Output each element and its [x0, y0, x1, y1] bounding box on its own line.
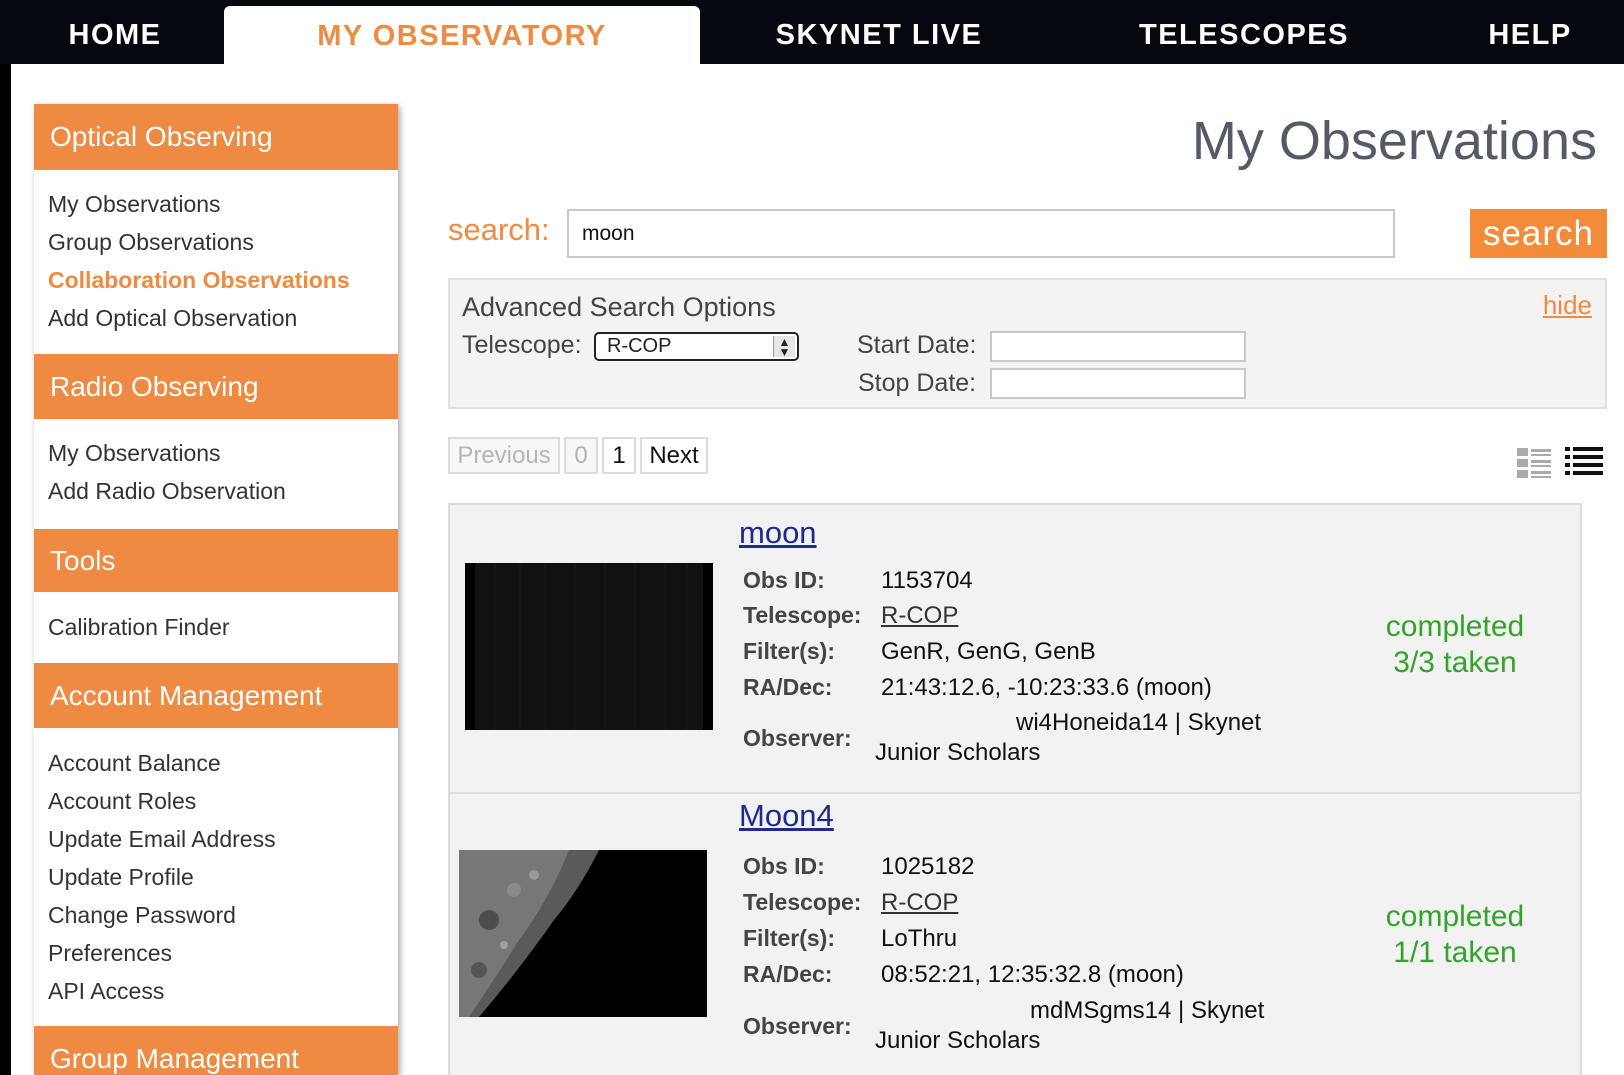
telescope-link[interactable]: R-COP [881, 602, 958, 630]
result-item: Moon4 Obs ID: 1025182 Telescope: R-COP F… [450, 792, 1580, 1075]
filters-label: Filter(s): [743, 925, 835, 951]
sidebar-item-my-observations[interactable]: My Observations [48, 191, 221, 218]
nav-tab-my-observatory[interactable]: MY OBSERVATORY [224, 6, 700, 64]
search-label: search: [448, 212, 550, 247]
sidebar-section-account-management: Account Management [34, 663, 398, 728]
telescope-label: Telescope: [462, 331, 582, 359]
sidebar-item-add-radio-observation[interactable]: Add Radio Observation [48, 478, 286, 505]
observer-value-line2: Junior Scholars [875, 1027, 1041, 1054]
sidebar-section-radio-observing: Radio Observing [34, 354, 398, 419]
nav-tab-skynet-live[interactable]: SKYNET LIVE [745, 0, 1013, 64]
radec-value: 08:52:21, 12:35:32.8 (moon) [881, 961, 1184, 988]
taken-count: 1/1 taken [1393, 936, 1517, 969]
obs-id-label: Obs ID: [743, 853, 825, 879]
sidebar-item-add-optical-observation[interactable]: Add Optical Observation [48, 305, 297, 332]
status-text: completed [1385, 900, 1525, 933]
filters-value: GenR, GenG, GenB [881, 638, 1096, 665]
observation-thumbnail[interactable] [465, 563, 713, 730]
nav-tab-home[interactable]: HOME [20, 0, 210, 64]
telescope-link[interactable]: R-COP [881, 889, 958, 917]
result-item: moon Obs ID: 1153704 Telescope: R-COP Fi… [450, 505, 1580, 792]
status-text: completed [1385, 610, 1525, 643]
filters-value: LoThru [881, 925, 958, 952]
radec-label: RA/Dec: [743, 961, 833, 987]
observation-name-link[interactable]: moon [739, 515, 817, 551]
sidebar-section-group-management: Group Management [34, 1026, 398, 1075]
sidebar-item-group-observations[interactable]: Group Observations [48, 229, 254, 256]
pager-next-button[interactable]: Next [640, 437, 708, 474]
nav-tab-help[interactable]: HELP [1455, 0, 1605, 64]
stop-date-label: Stop Date: [858, 369, 977, 397]
sidebar-item-account-roles[interactable]: Account Roles [48, 788, 196, 815]
radec-label: RA/Dec: [743, 674, 833, 700]
results-list: moon Obs ID: 1153704 Telescope: R-COP Fi… [448, 503, 1582, 1075]
telescope-select[interactable]: R-COP ▲ ▼ [594, 332, 799, 361]
telescope-field-label: Telescope: [743, 602, 862, 628]
filters-label: Filter(s): [743, 638, 835, 664]
advanced-search-panel: Advanced Search Options hide Telescope: … [448, 278, 1607, 409]
grid-view-icon[interactable] [1516, 446, 1552, 479]
sidebar: Optical Observing My Observations Group … [34, 104, 398, 1075]
search-input[interactable] [567, 209, 1395, 258]
sidebar-item-api-access[interactable]: API Access [48, 978, 164, 1005]
sidebar-item-preferences[interactable]: Preferences [48, 940, 172, 967]
sidebar-item-change-password[interactable]: Change Password [48, 902, 236, 929]
hide-advanced-link[interactable]: hide [1543, 290, 1592, 321]
advanced-search-title: Advanced Search Options [462, 292, 776, 322]
pager-page-0[interactable]: 0 [564, 437, 598, 474]
observation-thumbnail[interactable] [459, 850, 707, 1017]
select-arrows-icon: ▲ ▼ [773, 336, 795, 358]
telescope-field-label: Telescope: [743, 889, 862, 915]
observer-label: Observer: [743, 725, 852, 751]
observer-label: Observer: [743, 1013, 852, 1039]
start-date-input[interactable] [990, 331, 1246, 362]
obs-id-value: 1025182 [881, 853, 975, 880]
sidebar-item-collaboration-observations[interactable]: Collaboration Observations [48, 267, 350, 294]
pager-page-1[interactable]: 1 [602, 437, 636, 474]
sidebar-item-calibration-finder[interactable]: Calibration Finder [48, 614, 230, 641]
top-nav: HOME MY OBSERVATORY SKYNET LIVE TELESCOP… [0, 0, 1624, 64]
sidebar-item-update-email-address[interactable]: Update Email Address [48, 826, 276, 853]
page-title: My Observations [1191, 111, 1597, 171]
telescope-select-value: R-COP [607, 335, 672, 357]
obs-id-label: Obs ID: [743, 567, 825, 593]
sidebar-section-tools: Tools [34, 529, 398, 592]
sidebar-section-optical-observing: Optical Observing [34, 104, 398, 170]
observation-name-link[interactable]: Moon4 [739, 798, 834, 834]
observer-value-line1: mdMSgms14 | Skynet [1030, 997, 1265, 1024]
nav-tab-telescopes[interactable]: TELESCOPES [1110, 0, 1378, 64]
observer-value-line1: wi4Honeida14 | Skynet [1016, 709, 1262, 736]
obs-id-value: 1153704 [881, 567, 973, 594]
pager-previous-button[interactable]: Previous [448, 437, 560, 474]
observer-value-line2: Junior Scholars [875, 739, 1041, 766]
sidebar-item-account-balance[interactable]: Account Balance [48, 750, 221, 777]
sidebar-item-update-profile[interactable]: Update Profile [48, 864, 194, 891]
search-button[interactable]: search [1470, 209, 1607, 258]
start-date-label: Start Date: [857, 331, 977, 359]
sidebar-item-radio-my-observations[interactable]: My Observations [48, 440, 221, 467]
radec-value: 21:43:12.6, -10:23:33.6 (moon) [881, 674, 1212, 701]
list-view-icon[interactable] [1565, 446, 1603, 479]
taken-count: 3/3 taken [1393, 646, 1517, 679]
stop-date-input[interactable] [990, 368, 1246, 399]
